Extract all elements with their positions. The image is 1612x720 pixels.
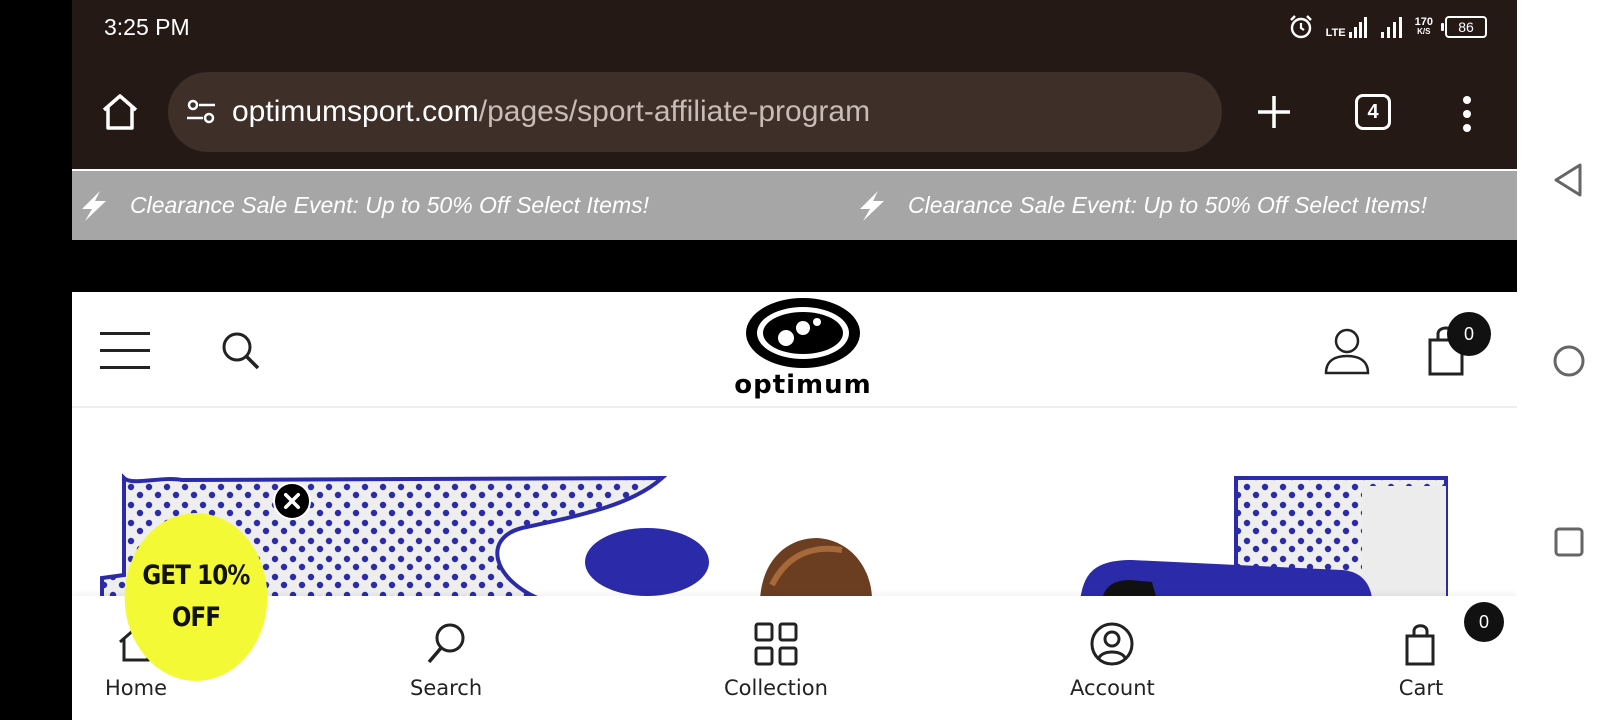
back-icon[interactable] [1552,162,1584,198]
home-circle-icon[interactable] [1552,344,1586,378]
announcement-bar[interactable]: Clearance Sale Event: Up to 50% Off Sele… [72,171,1517,240]
nav-account[interactable]: Account [1070,620,1155,700]
signal-icon-2 [1380,17,1402,38]
announcement-item[interactable]: Clearance Sale Event: Up to 50% Off Sele… [854,171,1427,240]
status-time: 3:25 PM [104,14,190,40]
home-icon[interactable] [98,90,142,134]
account-icon[interactable] [1322,326,1372,376]
url-bar[interactable]: optimumsport.com/pages/sport-affiliate-p… [168,72,1222,152]
battery-indicator: 86 [1441,16,1487,38]
android-navigation-bar [1517,0,1612,720]
spacer-band [72,240,1517,292]
announcement-item[interactable]: Clearance Sale Event: Up to 50% Off Sele… [76,171,649,240]
grid-icon [754,622,798,666]
cart-icon [1405,624,1435,666]
search-icon [427,623,465,664]
hamburger-menu-icon[interactable] [100,332,150,372]
network-speed: 170 K/S [1414,16,1433,37]
phone-screen: 3:25 PM LTE 170 K/S 86 optimumsport.com/p… [72,0,1517,720]
nav-collection[interactable]: Collection [724,620,828,700]
recents-icon[interactable] [1553,526,1585,558]
site-header: optimum 0 [72,292,1517,408]
signal-icon [1348,17,1367,38]
status-icons: LTE 170 K/S 86 [1288,14,1487,40]
new-tab-icon[interactable] [1252,90,1296,134]
discount-popup[interactable]: GET 10% OFF [124,513,268,681]
nav-search[interactable]: Search [410,620,482,700]
bottom-navigation: Home Search Collection Account Cart 0 [72,596,1517,720]
alarm-icon [1289,15,1312,39]
nav-cart[interactable]: Cart [1397,620,1445,700]
lightning-icon [82,190,106,221]
browser-chrome: 3:25 PM LTE 170 K/S 86 optimumsport.com/p… [72,0,1517,169]
search-icon[interactable] [218,328,264,374]
nav-cart-count-badge: 0 [1464,602,1504,642]
logo-mark [746,298,860,368]
optimum-logo[interactable]: optimum [730,296,876,410]
url-text[interactable]: optimumsport.com/pages/sport-affiliate-p… [232,95,870,129]
cart-count-badge: 0 [1447,312,1491,356]
lightning-icon [860,190,884,221]
close-icon[interactable] [273,482,311,520]
account-icon [1090,622,1134,666]
tab-switcher-button[interactable]: 4 [1355,94,1391,130]
site-settings-icon[interactable] [184,95,218,129]
lte-indicator: LTE [1326,16,1369,39]
more-options-icon[interactable] [1457,92,1477,136]
